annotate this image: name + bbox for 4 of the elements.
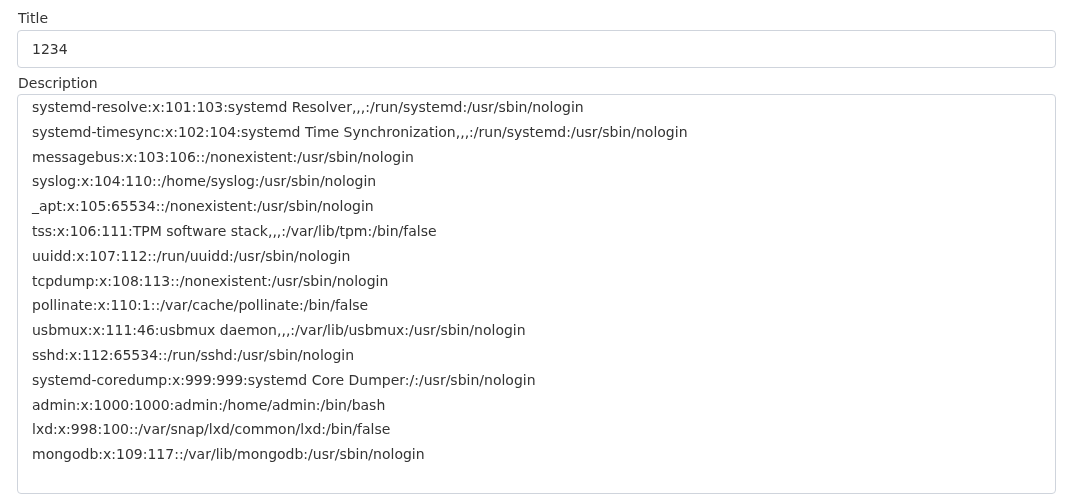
field-label: Title <box>18 9 48 27</box>
title-input[interactable]: 1234 <box>17 30 1056 68</box>
description-textarea[interactable]: systemd-resolve:x:101:103:systemd Resolver,,,:/run/systemd:/usr/sbin/nologin systemd-timesync:x:102:104:systemd Time Synchronization,,,:/run/systemd:/usr/sbin/nologin messagebus:x:103:106::/nonexistent:/usr/sbin/nologin syslog:x:104:110::/home/syslog:/usr/sbin/nologin _apt:x:105:65534::/nonexistent:/usr/sbin/nologin tss:x:106:111:TPM software stack,,,:/var/lib/tpm:/bin/false uuidd:x:107:112::/run/uuidd:/usr/sbin/nologin tcpdump:x:108:113::/nonexistent:/usr/sbin/nologin pollinate:x:110:1::/var/cache/pollinate:/bin/false usbmux:x:111:46:usbmux daemon,,,:/var/lib/usbmux:/usr/sbin/nologin sshd:x:112:65534::/run/sshd:/usr/sbin/nologin systemd-coredump:x:999:999:systemd Core Dumper:/:/usr/sbin/nologin admin:x:1000:1000:admin:/home/admin:/bin/bash lxd:x:998:100::/var/snap/lxd/common/lxd:/bin/false mongodb:x:109:117::/var/lib/mongodb:/usr/sbin/nologin <box>17 94 1056 494</box>
field-label: Description <box>18 74 98 92</box>
